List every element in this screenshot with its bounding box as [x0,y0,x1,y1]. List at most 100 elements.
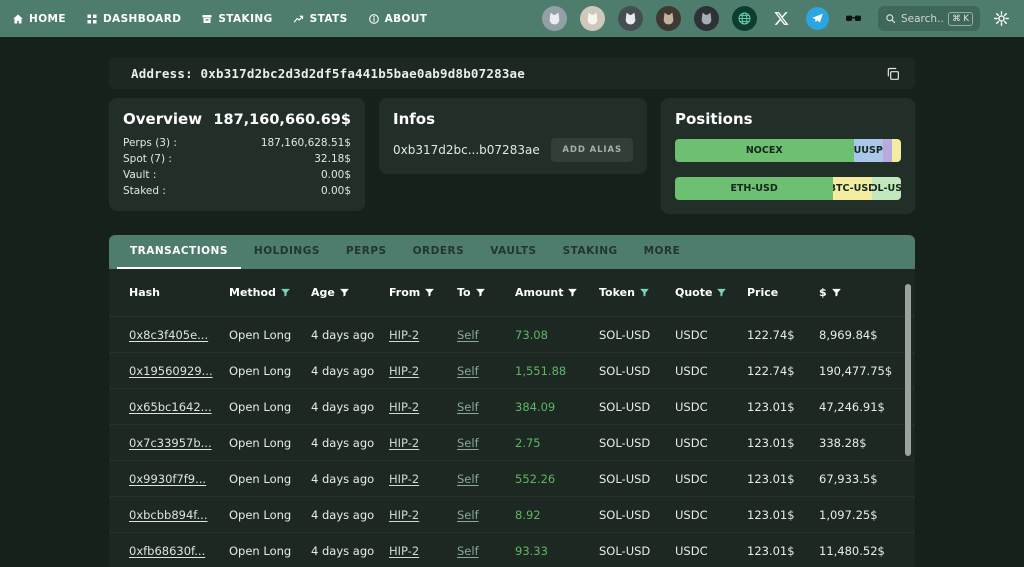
tab-holdings[interactable]: HOLDINGS [241,235,333,269]
search-input[interactable] [901,12,944,25]
globe-avatar[interactable] [732,6,757,31]
from-link[interactable]: HIP-2 [389,328,457,342]
position-segment[interactable]: UUSP [853,139,883,162]
filter-icon[interactable] [831,287,842,298]
to-link[interactable]: Self [457,364,515,378]
tx-hash-link[interactable]: 0x9930f7f9... [129,472,229,486]
from-link[interactable]: HIP-2 [389,544,457,558]
usd-cell: 11,480.52$ [819,543,885,558]
overview-header: Overview 187,160,660.69$ [123,110,351,128]
tab-more[interactable]: MORE [631,235,694,269]
age-cell: 4 days ago [311,435,375,450]
nav-item-label: STATS [309,12,348,25]
home-icon [12,13,24,25]
tx-hash-link[interactable]: 0x19560929... [129,364,229,378]
amount-cell: 73.08 [515,327,548,342]
tab-orders[interactable]: ORDERS [400,235,478,269]
avatar-row [542,6,757,31]
from-link[interactable]: HIP-2 [389,436,457,450]
nav-item-about[interactable]: ABOUT [368,13,428,25]
search-box[interactable]: ⌘ K [878,6,980,31]
tab-staking[interactable]: STAKING [550,235,631,269]
from-link[interactable]: HIP-2 [389,400,457,414]
filter-icon[interactable] [280,287,291,298]
white-cat-avatar[interactable] [580,6,605,31]
tx-hash-link[interactable]: 0x7c33957b... [129,436,229,450]
to-link[interactable]: Self [457,472,515,486]
copy-address-button[interactable] [883,64,903,84]
tx-hash-link[interactable]: 0x65bc1642... [129,400,229,414]
from-link[interactable]: HIP-2 [389,364,457,378]
positions-card: Positions NOCEXUUSP ETH-USDBTC-USDSOL-USD [661,98,915,214]
overview-row: Vault : 0.00$ [123,167,351,183]
col-label: Method [229,286,276,299]
filter-icon[interactable] [339,287,350,298]
filter-icon[interactable] [475,287,486,298]
tx-hash-link[interactable]: 0x8c3f405e... [129,328,229,342]
glasses-icon[interactable] [842,7,865,30]
col-label: To [457,286,471,299]
position-segment[interactable] [891,139,901,162]
overview-row-value: 0.00$ [320,169,351,181]
quote-cell: USDC [675,471,708,486]
tab-perps[interactable]: PERPS [333,235,400,269]
to-link[interactable]: Self [457,544,515,558]
nav-item-home[interactable]: HOME [12,13,66,25]
nav-item-stats[interactable]: STATS [293,13,348,25]
overview-row: Staked : 0.00$ [123,183,351,199]
short-address: 0xb317d2bc...b07283ae [393,143,540,157]
position-segment[interactable]: ETH-USD [675,177,834,200]
token-cell: SOL-USD [599,435,651,450]
position-segment[interactable] [882,139,892,162]
filter-icon[interactable] [716,287,727,298]
from-link[interactable]: HIP-2 [389,472,457,486]
to-link[interactable]: Self [457,436,515,450]
husky-avatar[interactable] [542,6,567,31]
token-cell: SOL-USD [599,543,651,558]
table-row: 0x65bc1642... Open Long 4 days ago HIP-2 Sel… [109,389,915,425]
stats-icon [293,13,305,25]
price-cell: 123.01$ [747,435,795,450]
filter-icon[interactable] [424,287,435,298]
table-row: 0xbcbb894f... Open Long 4 days ago HIP-2 Sel… [109,497,915,533]
quote-cell: USDC [675,327,708,342]
nav-item-dashboard[interactable]: DASHBOARD [86,13,181,25]
col-age: Age [311,286,389,299]
x-icon[interactable] [770,7,793,30]
table-row: 0x19560929... Open Long 4 days ago HIP-2 Sel… [109,353,915,389]
ape-avatar[interactable] [656,6,681,31]
nav-item-staking[interactable]: STAKING [201,13,272,25]
amount-cell: 2.75 [515,435,541,450]
to-link[interactable]: Self [457,400,515,414]
to-link[interactable]: Self [457,508,515,522]
table-scrollbar[interactable] [905,284,911,456]
amount-cell: 1,551.88 [515,363,567,378]
settings-gear-icon[interactable] [993,10,1010,27]
infos-title: Infos [393,110,436,128]
positions-bars: NOCEXUUSP ETH-USDBTC-USDSOL-USD [675,139,901,200]
tab-transactions[interactable]: TRANSACTIONS [117,235,241,269]
table-row: 0x9930f7f9... Open Long 4 days ago HIP-2 Sel… [109,461,915,497]
summary-cards: Overview 187,160,660.69$ Perps (3) : 187,… [109,98,915,214]
octopus-avatar[interactable] [694,6,719,31]
positions-title: Positions [675,110,753,128]
position-segment[interactable]: SOL-USD [871,177,901,200]
filter-icon[interactable] [639,287,650,298]
position-segment[interactable]: BTC-USD [833,177,872,200]
top-navbar: HOME DASHBOARD STAKING STATS ABOUT ⌘ K [0,0,1024,37]
tab-vaults[interactable]: VAULTS [477,235,549,269]
tx-hash-link[interactable]: 0xfb68630f... [129,544,229,558]
from-link[interactable]: HIP-2 [389,508,457,522]
position-segment[interactable]: NOCEX [675,139,854,162]
spot-positions-bar: NOCEX UUSP [675,139,901,162]
add-alias-button[interactable]: ADD ALIAS [551,138,633,162]
col-to: To [457,286,515,299]
skull-cat-avatar[interactable] [618,6,643,31]
tx-hash-link[interactable]: 0xbcbb894f... [129,508,229,522]
quote-cell: USDC [675,363,708,378]
price-cell: 122.74$ [747,327,795,342]
telegram-icon[interactable] [806,7,829,30]
filter-icon[interactable] [567,287,578,298]
to-link[interactable]: Self [457,328,515,342]
amount-cell: 8.92 [515,507,541,522]
